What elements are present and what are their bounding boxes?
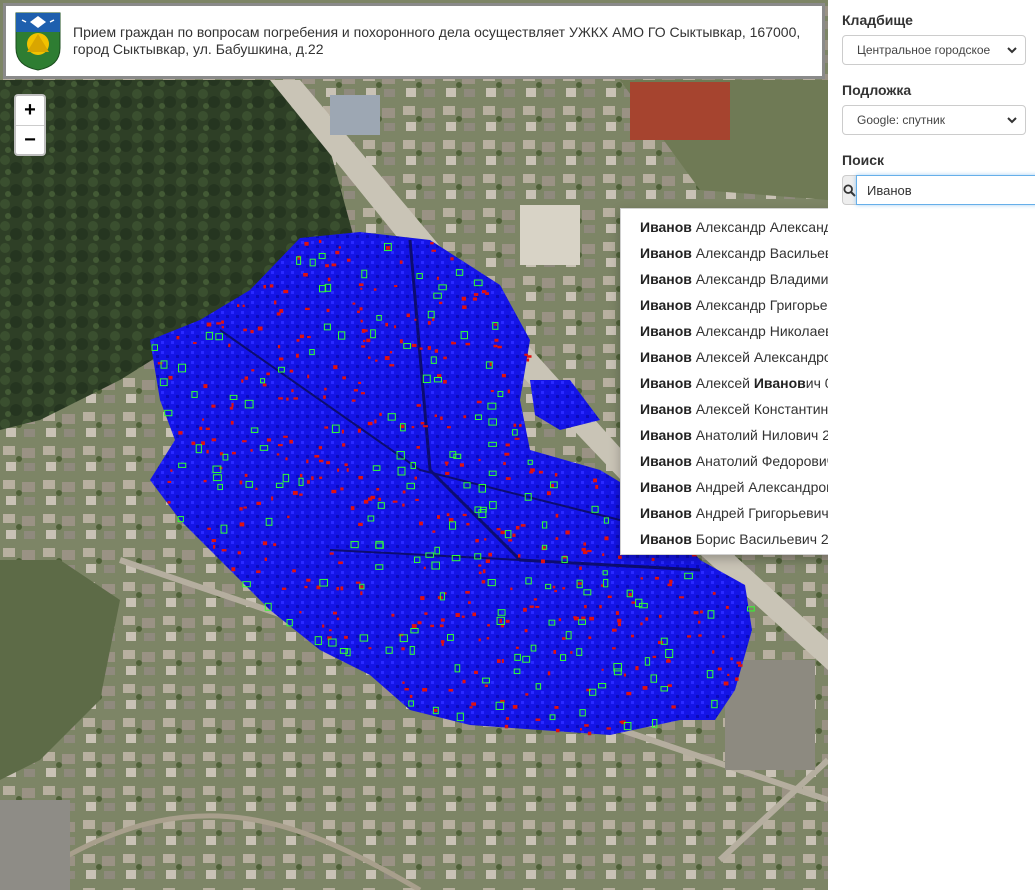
result-rest-text: Александр Васильевич 22.10.1905 г/р <box>695 245 828 261</box>
zoom-out-button[interactable]: − <box>16 125 44 154</box>
result-rest-text: Анатолий Федорович 14.10.1931 г/р <box>695 453 828 469</box>
search-result-item[interactable]: Иванов Анатолий Нилович 26.10.1938 г/р <box>621 422 828 448</box>
city-emblem-icon <box>15 12 61 71</box>
result-rest-text: Александр Александрович 27.06.1935 г/р <box>695 219 828 235</box>
search-result-item[interactable]: Иванов Алексей Константинович 01.01.1898… <box>621 396 828 422</box>
zoom-control: + − <box>14 94 46 156</box>
search-label: Поиск <box>842 152 885 168</box>
result-rest-text: Александр Владимирович 01.01.1956 г/р <box>695 271 828 287</box>
map-view[interactable]: + − Прием граждан по вопросам погребения… <box>0 0 828 890</box>
result-match-text: Иванов <box>640 505 692 521</box>
result-match-text: Иванов <box>640 245 692 261</box>
result-rest-text: Андрей Александрович 15.06.1966 г/р <box>695 479 828 495</box>
result-rest-text: Андрей Григорьевич 01.01.1970 г/р <box>695 505 828 521</box>
cemetery-label: Кладбище <box>842 12 913 28</box>
result-match-text: Иванов <box>640 479 692 495</box>
search-results-dropdown[interactable]: Иванов Александр Александрович 27.06.193… <box>620 208 828 555</box>
result-match-text: Иванов <box>640 219 692 235</box>
cemetery-select[interactable]: Центральное городское <box>842 35 1026 65</box>
result-match-text: Иванов <box>640 401 692 417</box>
search-button[interactable] <box>842 175 856 205</box>
search-result-item[interactable]: Иванов Борис Васильевич 28.09.1937 г/р <box>621 526 828 552</box>
search-result-item[interactable]: Иванов Александр Григорьевич 05.05.1901 … <box>621 292 828 318</box>
result-match-text: Иванов <box>640 531 692 547</box>
search-result-item[interactable]: Иванов Андрей Александрович 15.06.1966 г… <box>621 474 828 500</box>
result-rest-text: ич 01.01.1900 г/р <box>805 375 828 391</box>
result-rest-text: Алексей Константинович 01.01.1898 г/р <box>695 401 828 417</box>
search-result-item[interactable]: Иванов Александр Николаевич 01.01.1937 г… <box>621 318 828 344</box>
search-result-item[interactable]: Иванов Алексей Иванович 01.01.1900 г/р <box>621 370 828 396</box>
info-text: Прием граждан по вопросам погребения и п… <box>73 24 801 57</box>
zoom-in-button[interactable]: + <box>16 96 44 125</box>
search-result-item[interactable]: Иванов Александр Владимирович 01.01.1956… <box>621 266 828 292</box>
result-rest-text: Алексей Александрович 27.02.1924 г/р <box>695 349 828 365</box>
result-match-text: Иванов <box>640 453 692 469</box>
result-match-text: Иванов <box>640 271 692 287</box>
search-icon <box>843 183 856 197</box>
basemap-select[interactable]: Google: спутник <box>842 105 1026 135</box>
search-result-item[interactable]: Иванов Андрей Григорьевич 01.01.1970 г/р <box>621 500 828 526</box>
control-panel: Кладбище Центральное городское Подложка … <box>828 0 1035 890</box>
result-rest-text: Александр Григорьевич 05.05.1901 г/р <box>695 297 828 313</box>
result-rest-text: Борис Васильевич 28.09.1937 г/р <box>695 531 828 547</box>
search-result-item[interactable]: Иванов Алексей Александрович 27.02.1924 … <box>621 344 828 370</box>
result-match-text: Иванов <box>640 349 692 365</box>
search-result-item[interactable]: Иванов Александр Васильевич 22.10.1905 г… <box>621 240 828 266</box>
info-header: Прием граждан по вопросам погребения и п… <box>3 3 825 79</box>
result-match-text: Иванов <box>640 323 692 339</box>
basemap-select-value: Google: спутник <box>857 113 945 127</box>
search-results-list: Иванов Александр Александрович 27.06.193… <box>621 209 828 552</box>
result-match-text: Иванов <box>753 375 806 391</box>
result-rest-text: Александр Николаевич 01.01.1937 г/р <box>695 323 828 339</box>
chevron-down-icon <box>1007 47 1017 54</box>
result-match-text: Иванов <box>640 427 692 443</box>
search-result-item[interactable]: Иванов Александр Александрович 27.06.193… <box>621 214 828 240</box>
basemap-label: Подложка <box>842 82 912 98</box>
search-result-item[interactable]: Иванов Анатолий Федорович 14.10.1931 г/р <box>621 448 828 474</box>
result-match-text: Иванов <box>640 375 692 391</box>
result-rest-text: Анатолий Нилович 26.10.1938 г/р <box>695 427 828 443</box>
search-input[interactable] <box>856 175 1035 205</box>
search-group <box>842 175 1035 205</box>
cemetery-select-value: Центральное городское <box>857 43 991 57</box>
result-rest-text: Алексей <box>691 375 754 391</box>
result-match-text: Иванов <box>640 297 692 313</box>
chevron-down-icon <box>1007 117 1017 124</box>
